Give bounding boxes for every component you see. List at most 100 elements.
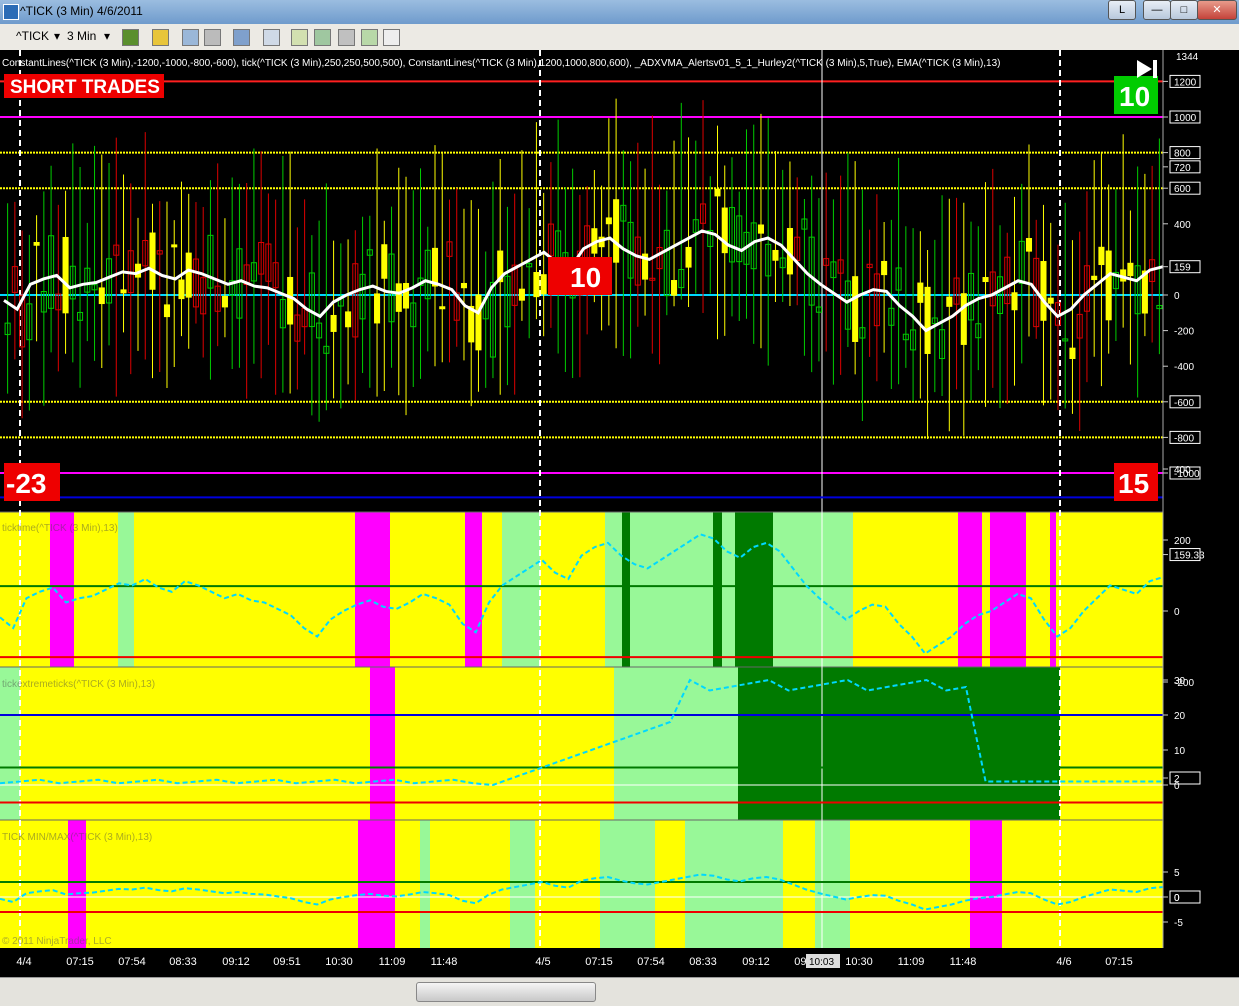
background-band bbox=[535, 820, 600, 948]
background-band bbox=[622, 512, 630, 667]
ticktime-panel-label: ticktime(^TICK (3 Min),13) bbox=[2, 523, 118, 534]
background-band bbox=[735, 512, 773, 667]
candle-style-icon[interactable] bbox=[122, 29, 139, 46]
x-tick-label: 4/5 bbox=[535, 956, 550, 968]
background-band bbox=[370, 667, 395, 820]
x-tick-label: 07:15 bbox=[66, 956, 94, 968]
background-band bbox=[773, 512, 853, 667]
interval-selector[interactable]: 3 Min bbox=[67, 29, 96, 43]
candle-body bbox=[960, 293, 967, 345]
extremeticks-y-tick-label: 10 bbox=[1174, 746, 1186, 757]
strategies-icon[interactable] bbox=[314, 29, 331, 46]
x-tick-label: 11:09 bbox=[379, 956, 406, 968]
top-value-readout: 1344 bbox=[1166, 50, 1239, 63]
maximize-button[interactable]: □ bbox=[1170, 0, 1198, 20]
candle-body bbox=[381, 244, 388, 279]
x-tick-label: 07:15 bbox=[585, 956, 613, 968]
play-to-end-icon[interactable] bbox=[1137, 60, 1157, 78]
candle-body bbox=[533, 272, 540, 298]
close-button[interactable]: ✕ bbox=[1197, 0, 1237, 20]
candle-body bbox=[1127, 262, 1134, 277]
background-band bbox=[655, 820, 685, 948]
short-trades-badge: SHORT TRADES bbox=[4, 74, 164, 98]
extremeticks-y-tick-label: 20 bbox=[1174, 711, 1186, 722]
chart-toolbar: ^TICK ▾ 3 Min ▾ bbox=[0, 24, 1239, 51]
background-band bbox=[970, 820, 1002, 948]
background-band bbox=[420, 820, 430, 948]
candle-body bbox=[540, 274, 547, 295]
candle-body bbox=[982, 277, 989, 283]
x-tick-label: 08:33 bbox=[689, 956, 717, 968]
candle-body bbox=[1025, 238, 1033, 252]
candle-body bbox=[395, 283, 402, 312]
svg-text:15: 15 bbox=[1118, 468, 1149, 499]
background-band bbox=[815, 820, 850, 948]
minimize-button[interactable]: — bbox=[1143, 0, 1171, 20]
background-band bbox=[0, 512, 50, 667]
instrument-selector[interactable]: ^TICK bbox=[16, 29, 49, 43]
x-tick-label: 11:48 bbox=[431, 956, 458, 968]
horizontal-scrollbar[interactable] bbox=[0, 977, 1239, 1006]
zoom-icon[interactable] bbox=[263, 29, 280, 46]
dollar-icon[interactable] bbox=[361, 29, 378, 46]
candle-body bbox=[605, 217, 612, 225]
indicators-icon[interactable] bbox=[291, 29, 308, 46]
background-band bbox=[853, 512, 958, 667]
x-tick-label: 07:54 bbox=[118, 956, 146, 968]
chart-canvas[interactable]: 120010008007206004001590-200-400-600-800… bbox=[0, 50, 1239, 977]
background-band bbox=[685, 820, 783, 948]
candle-body bbox=[1047, 297, 1054, 304]
x-tick-label: 10:30 bbox=[845, 956, 873, 968]
candle-body bbox=[924, 286, 931, 354]
score-badge-bottom-left: -23 bbox=[4, 463, 60, 501]
background-band bbox=[783, 820, 815, 948]
candle-body bbox=[178, 279, 185, 300]
pencil-icon[interactable] bbox=[152, 29, 169, 46]
extremeticks-y-tick-label: 30 bbox=[1174, 676, 1186, 687]
background-band bbox=[1056, 512, 1163, 667]
chart-area[interactable]: 1200 1000 800 720 600 400 159 0 -200 -400 -600 -800… bbox=[0, 50, 1239, 977]
candle-body bbox=[171, 244, 178, 248]
background-band bbox=[502, 512, 540, 667]
window-title: ^TICK (3 Min) 4/6/2011 bbox=[20, 4, 143, 18]
link-button[interactable]: L bbox=[1108, 0, 1136, 20]
main-y-tick-label: 1200 bbox=[1174, 77, 1197, 88]
data-box-icon[interactable] bbox=[383, 29, 400, 46]
main-y-tick-label: 0 bbox=[1174, 291, 1180, 302]
chart-properties-icon[interactable] bbox=[338, 29, 355, 46]
background-band bbox=[118, 512, 134, 667]
background-band bbox=[614, 667, 738, 820]
remove-icon[interactable] bbox=[204, 29, 221, 46]
minmax-last-value: 0 bbox=[1174, 893, 1180, 904]
x-tick-label: 07:54 bbox=[637, 956, 665, 968]
background-band bbox=[722, 512, 735, 667]
main-y-tick-label: 800 bbox=[1174, 149, 1191, 160]
background-band bbox=[390, 512, 465, 667]
candle-body bbox=[120, 289, 127, 294]
candle-body bbox=[685, 246, 692, 268]
chevron-down-icon[interactable]: ▾ bbox=[104, 29, 110, 43]
background-band bbox=[395, 820, 420, 948]
main-y-tick-label: -200 bbox=[1174, 327, 1194, 338]
candle-body bbox=[613, 199, 620, 263]
candle-body bbox=[33, 242, 40, 246]
main-y-tick-label: 400 bbox=[1174, 220, 1191, 231]
main-y-tick-label: 600 bbox=[1174, 184, 1191, 195]
svg-text:SHORT TRADES: SHORT TRADES bbox=[10, 77, 160, 98]
background-band bbox=[713, 512, 722, 667]
background-band bbox=[1026, 512, 1050, 667]
add-icon[interactable] bbox=[182, 29, 199, 46]
main-indicator-label: ConstantLines(^TICK (3 Min),-1200,-1000,… bbox=[2, 58, 1001, 69]
x-tick-label: 4/6 bbox=[1056, 956, 1071, 968]
x-tick-label: 11:48 bbox=[950, 956, 977, 968]
background-band bbox=[850, 820, 970, 948]
main-y-tick-label: 159 bbox=[1174, 263, 1191, 274]
background-band bbox=[990, 512, 1026, 667]
crosshair-icon[interactable] bbox=[233, 29, 250, 46]
candle-body bbox=[917, 282, 924, 303]
candle-body bbox=[852, 276, 859, 342]
chevron-down-icon[interactable]: ▾ bbox=[54, 29, 60, 43]
candle-body bbox=[221, 295, 228, 308]
scrollbar-thumb[interactable] bbox=[416, 982, 596, 1002]
background-band bbox=[355, 512, 360, 667]
